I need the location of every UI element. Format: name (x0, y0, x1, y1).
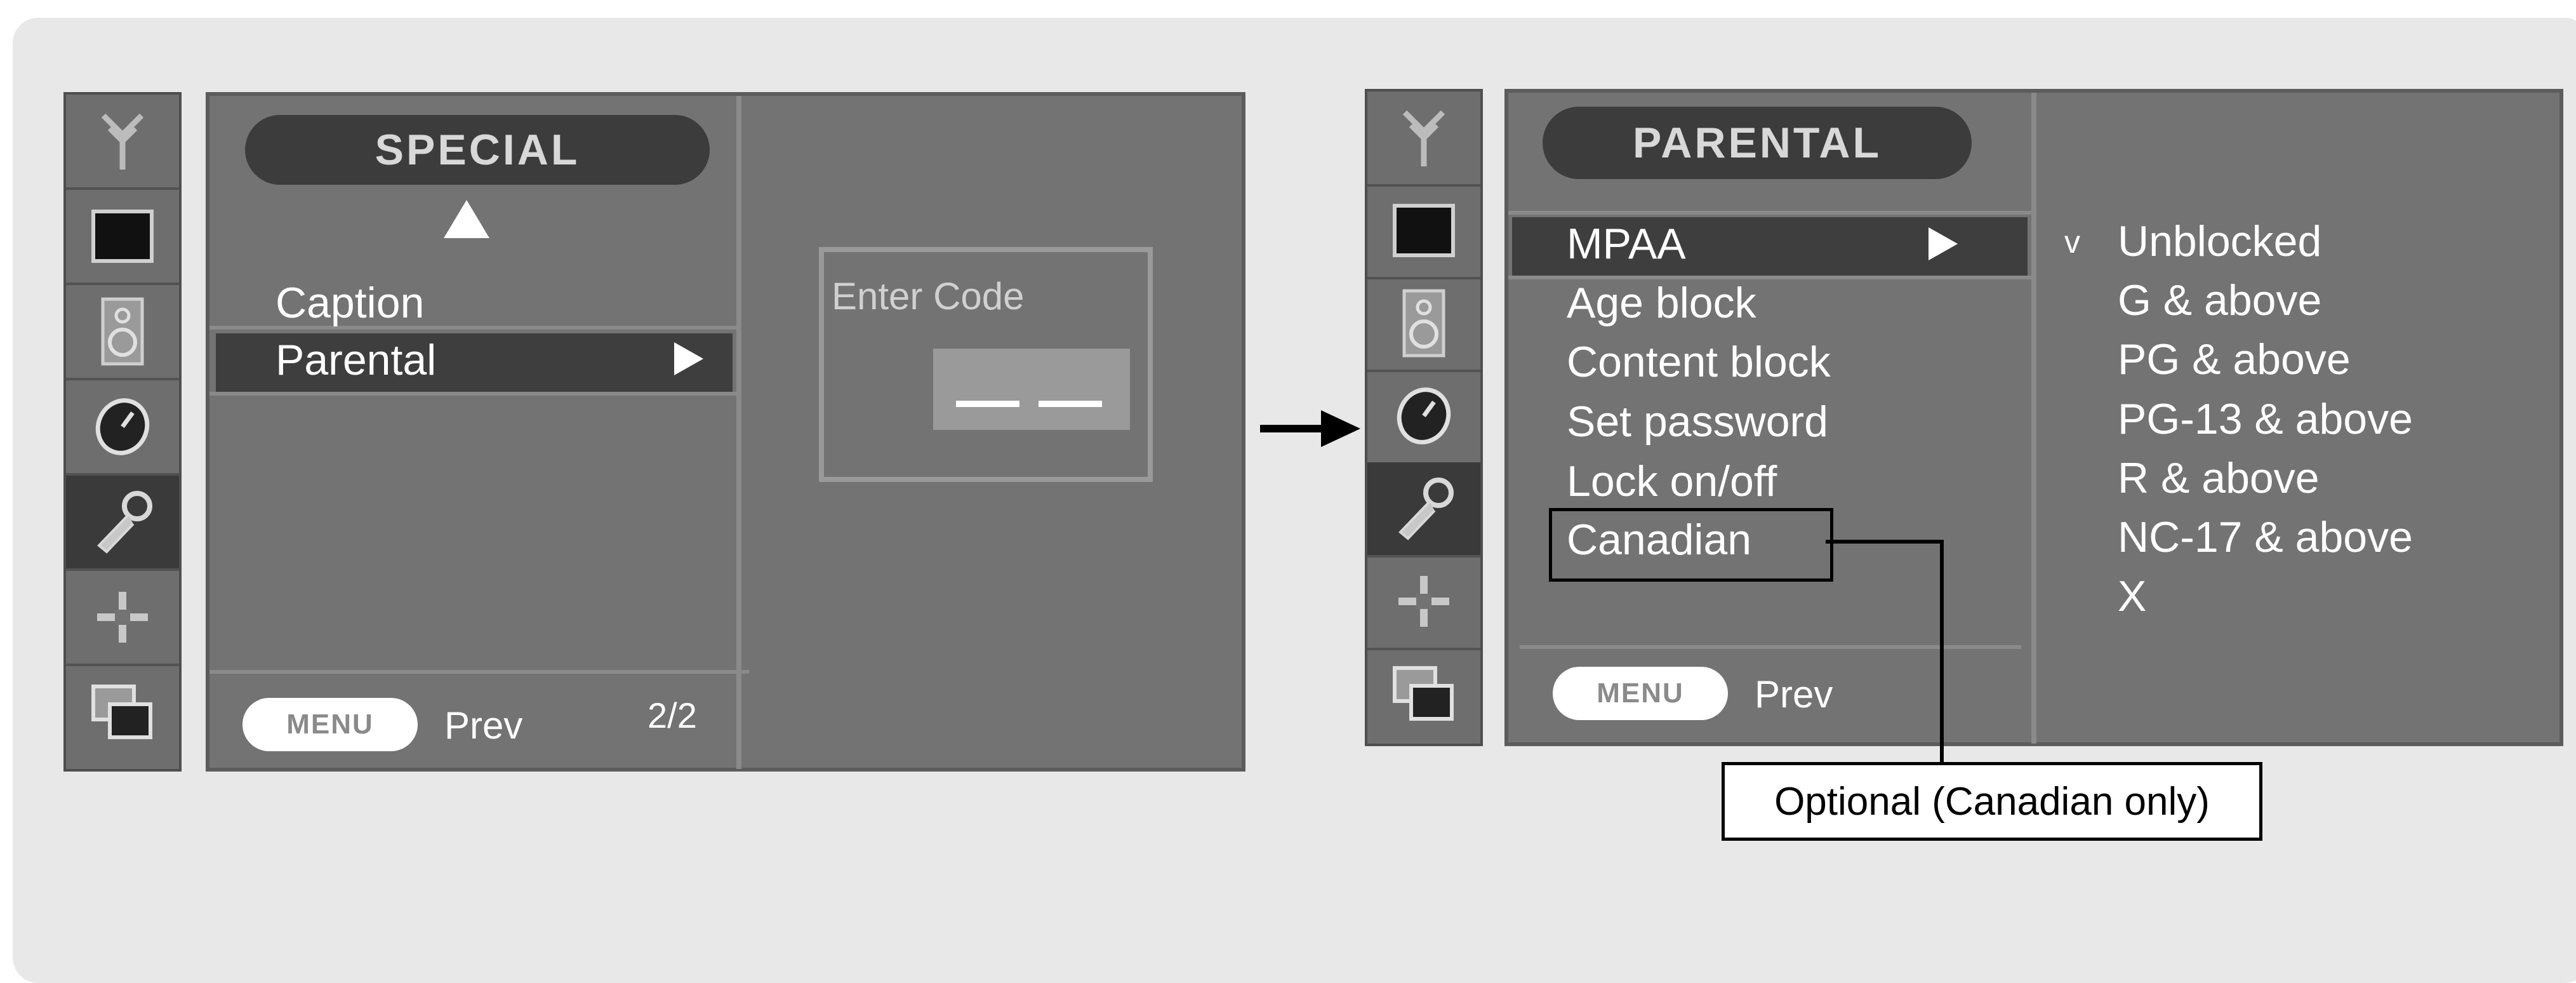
panel-divider (736, 96, 741, 769)
option-g-above[interactable]: G & above (2118, 279, 2321, 322)
strip-cell-setup[interactable] (1367, 555, 1480, 650)
page-indicator: 2/2 (647, 695, 697, 735)
plus-icon (97, 592, 148, 643)
antenna-icon (101, 113, 144, 170)
callout-line (1940, 540, 1944, 766)
menu-title: SPECIAL (245, 115, 710, 185)
strip-cell-sound[interactable] (1367, 277, 1480, 372)
special-menu-panel: SPECIAL Caption Parental MENU Prev 2/2 E… (206, 92, 1245, 772)
menu-item-caption[interactable]: Caption (276, 281, 424, 324)
strip-cell-time[interactable] (66, 380, 179, 476)
menu-item-content-block[interactable]: Content block (1567, 340, 1831, 384)
code-digit-2 (1039, 401, 1102, 407)
panel-divider (2031, 93, 2036, 744)
menu-item-mpaa[interactable]: MPAA (1567, 222, 1686, 265)
pip-icon (91, 685, 152, 739)
enter-code-label: Enter Code (832, 275, 1025, 318)
menu-separator (209, 392, 736, 396)
menu-item-lock-onoff[interactable]: Lock on/off (1567, 460, 1777, 503)
menu-separator (1508, 211, 2031, 215)
option-nc17-above[interactable]: NC-17 & above (2118, 516, 2413, 559)
enter-code-dialog: Enter Code (819, 247, 1153, 482)
plus-icon (1398, 576, 1449, 627)
menu-title: PARENTAL (1543, 107, 1972, 179)
optional-canadian-label: Optional (Canadian only) (1722, 762, 2262, 841)
option-x[interactable]: X (2118, 575, 2146, 618)
icon-strip-left (63, 92, 182, 772)
strip-cell-antenna[interactable] (1367, 91, 1480, 187)
strip-cell-setup[interactable] (66, 571, 179, 666)
menu-button[interactable]: MENU (242, 698, 418, 751)
speaker-icon (1402, 289, 1445, 358)
option-pg-above[interactable]: PG & above (2118, 338, 2351, 381)
strip-cell-time[interactable] (1367, 370, 1480, 465)
option-pg13-above[interactable]: PG-13 & above (2118, 398, 2413, 441)
option-r-above[interactable]: R & above (2118, 457, 2320, 500)
footer-separator (1520, 645, 2021, 649)
icon-strip-right (1365, 89, 1483, 746)
menu-item-parental[interactable]: Parental (276, 338, 436, 382)
strip-cell-picture[interactable] (1367, 184, 1480, 279)
speaker-icon (101, 297, 144, 366)
strip-cell-special[interactable] (66, 476, 179, 571)
strip-cell-sound[interactable] (66, 285, 179, 380)
option-unblocked[interactable]: Unblocked (2118, 220, 2321, 263)
callout-line (1826, 540, 1944, 544)
strip-cell-pip[interactable] (66, 666, 179, 759)
code-input[interactable] (933, 349, 1130, 430)
canadian-callout-box (1549, 508, 1833, 582)
submenu-arrow (1929, 227, 1958, 260)
clock-icon (1397, 387, 1451, 445)
check-mark: v (2064, 224, 2080, 260)
strip-cell-antenna[interactable] (66, 95, 179, 190)
menu-item-set-password[interactable]: Set password (1567, 400, 1828, 443)
parental-menu-panel: PARENTAL MPAA Age block Content block Se… (1504, 89, 2563, 746)
key-icon (97, 491, 152, 554)
picture-icon (91, 210, 154, 263)
key-icon (1398, 478, 1454, 540)
scroll-up-arrow[interactable] (444, 200, 489, 238)
submenu-arrow (674, 342, 703, 375)
menu-button[interactable]: MENU (1553, 667, 1728, 720)
picture-icon (1393, 204, 1455, 257)
prev-label: Prev (1755, 673, 1833, 716)
strip-cell-picture[interactable] (66, 190, 179, 285)
strip-cell-pip[interactable] (1367, 648, 1480, 740)
prev-label: Prev (444, 704, 523, 747)
pip-icon (1393, 666, 1454, 721)
strip-cell-special[interactable] (1367, 462, 1480, 558)
transition-arrow-icon (1260, 410, 1360, 447)
antenna-icon (1402, 110, 1445, 166)
footer-separator (209, 670, 749, 674)
code-digit-1 (956, 401, 1019, 407)
clock-icon (95, 398, 150, 455)
menu-item-age-block[interactable]: Age block (1567, 281, 1756, 324)
